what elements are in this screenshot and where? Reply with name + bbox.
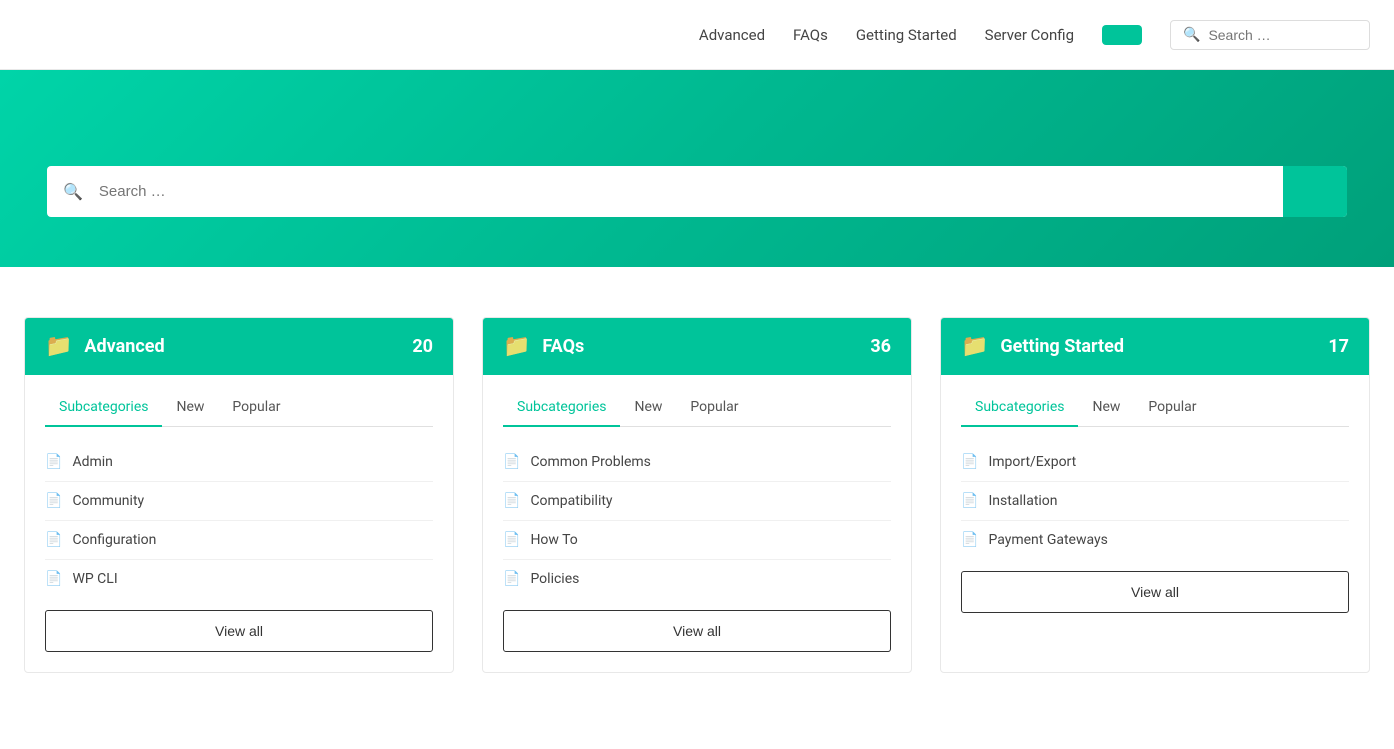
folder-open-icon: 📄 — [45, 454, 62, 470]
card-header: 📁 Advanced 20 — [25, 318, 453, 375]
list-item-label: WP CLI — [72, 571, 117, 587]
navbar-right: Advanced FAQs Getting Started Server Con… — [699, 20, 1370, 50]
card-faqs: 📁 FAQs 36 SubcategoriesNewPopular 📄 Common… — [482, 317, 912, 673]
folder-open-icon: 📄 — [45, 493, 62, 509]
card-body: SubcategoriesNewPopular 📄 Import/Export 📄 In… — [941, 375, 1369, 559]
hero-search-input[interactable] — [99, 166, 1283, 217]
list-item[interactable]: 📄 Community — [45, 482, 433, 521]
tab-popular[interactable]: Popular — [676, 391, 752, 427]
card-list: 📄 Common Problems 📄 Compatibility 📄 How To 📄 Po… — [503, 443, 891, 598]
list-item-label: Import/Export — [988, 454, 1076, 470]
view-all-button[interactable]: View all — [961, 571, 1349, 613]
hero-section: 🔍 — [0, 70, 1394, 267]
list-item-label: Payment Gateways — [988, 532, 1107, 548]
card-list: 📄 Import/Export 📄 Installation 📄 Payment Gate… — [961, 443, 1349, 559]
list-item-label: Compatibility — [530, 493, 612, 509]
list-item[interactable]: 📄 How To — [503, 521, 891, 560]
nav-link-server-config[interactable]: Server Config — [985, 26, 1074, 44]
folder-open-icon: 📄 — [503, 571, 520, 587]
list-item[interactable]: 📄 Payment Gateways — [961, 521, 1349, 559]
view-all-button[interactable]: View all — [45, 610, 433, 652]
cards-grid: 📁 Advanced 20 SubcategoriesNewPopular📄Ad… — [24, 317, 1370, 673]
card-footer: View all — [25, 598, 453, 672]
folder-open-icon: 📄 — [45, 571, 62, 587]
folder-open-icon: 📄 — [503, 454, 520, 470]
card-header: 📁 FAQs 36 — [483, 318, 911, 375]
card-header-left: 📁 Advanced — [45, 334, 165, 359]
card-body: SubcategoriesNewPopular📄Admin📄Community📄… — [25, 375, 453, 598]
main-content: 📁 Advanced 20 SubcategoriesNewPopular📄Ad… — [0, 267, 1394, 713]
list-item[interactable]: 📄 Policies — [503, 560, 891, 598]
list-item-label: Policies — [530, 571, 579, 587]
folder-open-icon: 📄 — [503, 493, 520, 509]
card-tabs: SubcategoriesNewPopular — [961, 391, 1349, 427]
folder-icon: 📁 — [45, 334, 72, 359]
list-item-label: How To — [530, 532, 577, 548]
card-footer: View all — [941, 559, 1369, 633]
folder-open-icon: 📄 — [45, 532, 62, 548]
card-body: SubcategoriesNewPopular📄Common Problems📄… — [483, 375, 911, 598]
hero-search-bar: 🔍 — [47, 166, 1347, 217]
card-list: 📄 Admin 📄 Community 📄 Configuration 📄 WP CLI — [45, 443, 433, 598]
tab-new[interactable]: New — [620, 391, 676, 427]
card-title: Getting Started — [1000, 336, 1124, 357]
tab-new[interactable]: New — [1078, 391, 1134, 427]
card-count: 20 — [412, 336, 433, 357]
card-header-left: 📁 FAQs — [503, 334, 584, 359]
tab-subcategories[interactable]: Subcategories — [503, 391, 620, 427]
list-item[interactable]: 📄 Common Problems — [503, 443, 891, 482]
list-item[interactable]: 📄 Configuration — [45, 521, 433, 560]
card-header: 📁 Getting Started 17 — [941, 318, 1369, 375]
card-count: 36 — [870, 336, 891, 357]
card-footer: View all — [483, 598, 911, 672]
list-item[interactable]: 📄 Import/Export — [961, 443, 1349, 482]
card-count: 17 — [1328, 336, 1349, 357]
nav-link-faqs[interactable]: FAQs — [793, 26, 828, 44]
tab-popular[interactable]: Popular — [218, 391, 294, 427]
tab-subcategories[interactable]: Subcategories — [961, 391, 1078, 427]
folder-open-icon: 📄 — [961, 532, 978, 548]
list-item-label: Installation — [988, 493, 1057, 509]
hero-search-icon: 🔍 — [47, 166, 99, 217]
list-item[interactable]: 📄 Compatibility — [503, 482, 891, 521]
tab-new[interactable]: New — [162, 391, 218, 427]
card-title: FAQs — [542, 336, 584, 357]
tab-popular[interactable]: Popular — [1134, 391, 1210, 427]
list-item[interactable]: 📄 Installation — [961, 482, 1349, 521]
navbar: Advanced FAQs Getting Started Server Con… — [0, 0, 1394, 70]
list-item[interactable]: 📄 WP CLI — [45, 560, 433, 598]
card-header-left: 📁 Getting Started — [961, 334, 1124, 359]
card-tabs: SubcategoriesNewPopular — [503, 391, 891, 427]
view-all-button[interactable]: View all — [503, 610, 891, 652]
card-tabs: SubcategoriesNewPopular — [45, 391, 433, 427]
hero-search-button[interactable] — [1283, 166, 1347, 217]
folder-open-icon: 📄 — [961, 493, 978, 509]
list-item[interactable]: 📄 Admin — [45, 443, 433, 482]
search-icon: 🔍 — [1183, 27, 1200, 43]
nav-search-bar: 🔍 — [1170, 20, 1370, 50]
nav-link-getting-started[interactable]: Getting Started — [856, 26, 957, 44]
list-item-label: Admin — [72, 454, 112, 470]
card-title: Advanced — [84, 336, 164, 357]
nav-search-input[interactable] — [1208, 27, 1357, 43]
list-item-label: Configuration — [72, 532, 156, 548]
folder-open-icon: 📄 — [503, 532, 520, 548]
tab-subcategories[interactable]: Subcategories — [45, 391, 162, 427]
contact-button[interactable] — [1102, 25, 1142, 45]
folder-icon: 📁 — [503, 334, 530, 359]
folder-open-icon: 📄 — [961, 454, 978, 470]
nav-link-advanced[interactable]: Advanced — [699, 26, 765, 44]
list-item-label: Community — [72, 493, 144, 509]
card-advanced: 📁 Advanced 20 SubcategoriesNewPopular 📄 Ad… — [24, 317, 454, 673]
folder-icon: 📁 — [961, 334, 988, 359]
list-item-label: Common Problems — [530, 454, 650, 470]
card-getting-started: 📁 Getting Started 17 SubcategoriesNewPop… — [940, 317, 1370, 673]
